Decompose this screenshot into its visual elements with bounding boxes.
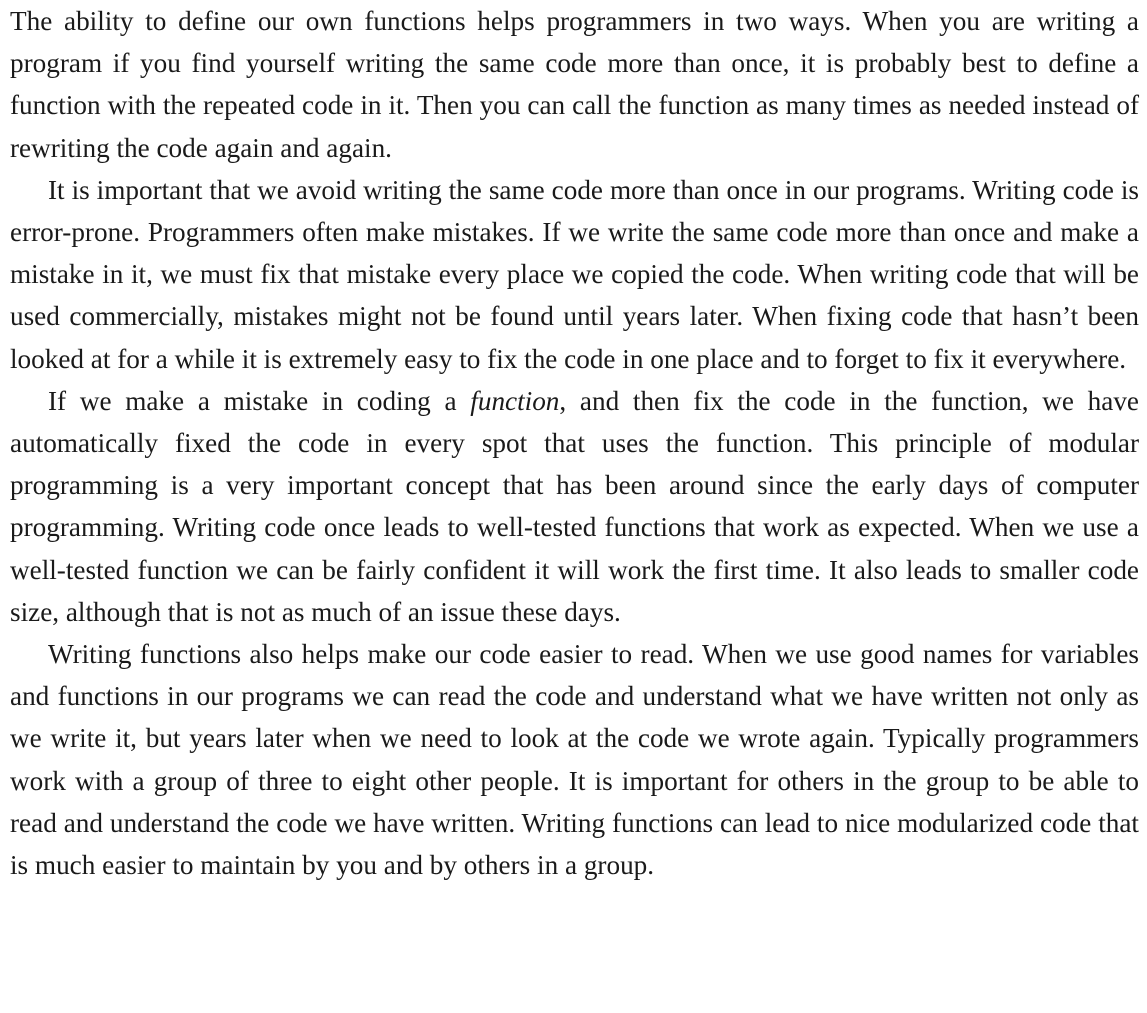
emphasized-term: function: [470, 385, 560, 416]
document-page: The ability to define our own functions …: [0, 0, 1147, 1013]
paragraph-3-rest: , and then fix the code in the function,…: [10, 385, 1139, 627]
paragraph-1: The ability to define our own functions …: [10, 6, 1139, 163]
paragraph-4: Writing functions also helps make our co…: [10, 639, 1139, 881]
paragraph-3-lead: If we make a mistake in coding a: [48, 385, 471, 416]
paragraph-3: If we make a mistake in coding a functio…: [10, 380, 1139, 633]
paragraph-2: It is important that we avoid writing th…: [10, 174, 1139, 374]
